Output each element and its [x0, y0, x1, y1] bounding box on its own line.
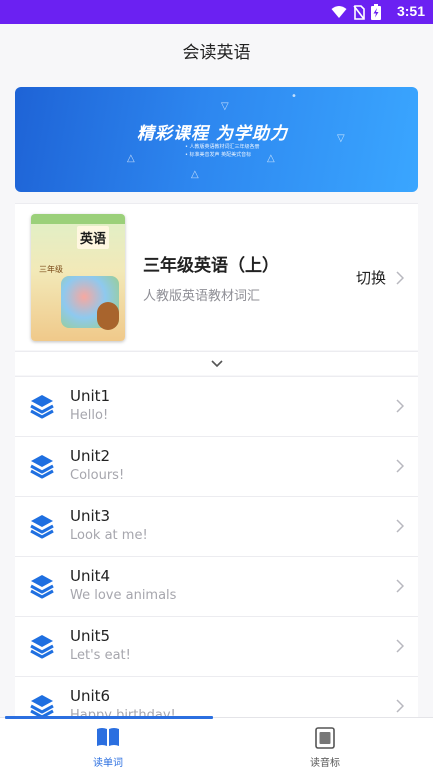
- layers-icon: [30, 575, 54, 599]
- banner-line: • 人教版英语教材词汇三年级各册: [185, 144, 260, 150]
- chevron-right-icon: [396, 270, 404, 285]
- tab-read-words[interactable]: 读单词: [0, 718, 216, 771]
- triangle-decoration: ▽: [337, 133, 345, 144]
- cover-bear: [97, 302, 119, 330]
- banner-line: • 标准美音发声 英配美式音标: [185, 152, 252, 158]
- triangle-decoration: △: [127, 153, 135, 164]
- chevron-right-icon: [396, 579, 404, 593]
- unit-row[interactable]: Unit2 Colours!: [15, 436, 418, 496]
- chevron-right-icon: [396, 459, 404, 473]
- banner-heading: 精彩课程 为学助力: [137, 124, 288, 144]
- status-bar: 3:51: [0, 0, 433, 24]
- unit-description: Let's eat!: [70, 648, 131, 663]
- unit-list: Unit1 Hello! Unit2 Colours! Unit3 Look at me!…: [15, 376, 418, 736]
- unit-description: Hello!: [70, 408, 109, 423]
- battery-charging-icon: [371, 4, 381, 20]
- unit-name: Unit3: [70, 507, 111, 525]
- tab-label: 读音标: [310, 758, 340, 769]
- status-icons: [331, 4, 381, 20]
- triangle-decoration: △: [191, 169, 199, 180]
- unit-row[interactable]: Unit4 We love animals: [15, 556, 418, 616]
- cover-grade: 三年级: [39, 265, 63, 274]
- unit-name: Unit4: [70, 567, 111, 585]
- cover-title: 英语: [77, 226, 110, 249]
- layers-icon: [30, 395, 54, 419]
- unit-row[interactable]: Unit5 Let's eat!: [15, 616, 418, 676]
- app-bar: 会读英语: [0, 24, 433, 76]
- triangle-decoration: ▽: [221, 101, 229, 112]
- tab-read-phonetics[interactable]: 读音标: [217, 718, 433, 771]
- no-sim-icon: [353, 4, 365, 20]
- unit-name: Unit2: [70, 447, 111, 465]
- chevron-right-icon: [396, 399, 404, 413]
- unit-description: Colours!: [70, 468, 125, 483]
- book-title: 三年级英语（上）: [143, 256, 279, 276]
- switch-book-button[interactable]: 切换: [356, 267, 404, 288]
- unit-description: We love animals: [70, 588, 177, 603]
- dot-decoration: •: [291, 91, 297, 102]
- layers-icon: [30, 455, 54, 479]
- bottom-tab-bar: 读单词 读音标: [0, 716, 433, 771]
- cover-top-strip: [31, 214, 125, 224]
- book-subtitle: 人教版英语教材词汇: [143, 289, 261, 304]
- tab-label: 读单词: [93, 758, 123, 769]
- page-title: 会读英语: [182, 42, 251, 63]
- expand-toggle[interactable]: [15, 351, 418, 375]
- open-book-icon: [97, 728, 119, 746]
- unit-name: Unit1: [70, 387, 111, 405]
- promo-banner[interactable]: △ △ ▽ • ▽ △ 精彩课程 为学助力 • 人教版英语教材词汇三年级各册 •…: [15, 87, 418, 192]
- chevron-down-icon: [210, 359, 223, 367]
- unit-name: Unit6: [70, 687, 111, 705]
- layers-icon: [30, 515, 54, 539]
- unit-row[interactable]: Unit3 Look at me!: [15, 496, 418, 556]
- phonetics-card-icon: [315, 727, 335, 749]
- layers-icon: [30, 635, 54, 659]
- chevron-right-icon: [396, 699, 404, 713]
- status-time: 3:51: [396, 3, 425, 19]
- unit-description: Look at me!: [70, 528, 148, 543]
- chevron-right-icon: [396, 519, 404, 533]
- triangle-decoration: △: [267, 153, 275, 164]
- book-cover: 英语 三年级: [31, 214, 125, 341]
- unit-row[interactable]: Unit1 Hello!: [15, 376, 418, 436]
- switch-label: 切换: [355, 269, 386, 287]
- unit-name: Unit5: [70, 627, 111, 645]
- wifi-icon: [331, 6, 347, 18]
- current-book-card[interactable]: 英语 三年级 三年级英语（上） 人教版英语教材词汇 切换: [15, 203, 418, 350]
- chevron-right-icon: [396, 639, 404, 653]
